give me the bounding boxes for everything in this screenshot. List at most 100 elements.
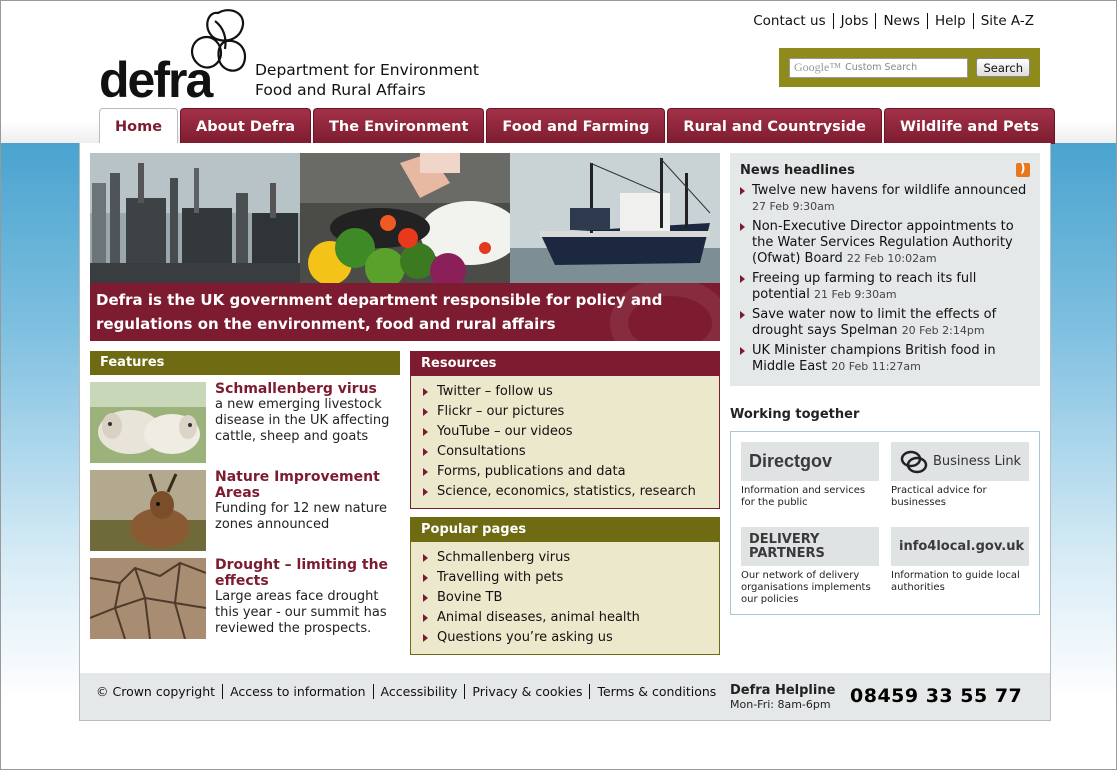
- helpline-hours: Mon-Fri: 8am-6pm: [730, 698, 831, 711]
- features-heading: Features: [90, 351, 400, 375]
- feature-item[interactable]: Nature Improvement Areas Funding for 12 …: [90, 469, 400, 551]
- news-date: 21 Feb 9:30am: [813, 288, 897, 301]
- hero-image-vegetables: [300, 153, 510, 283]
- popular-link[interactable]: Schmallenberg virus: [423, 548, 711, 568]
- tab-the-environment[interactable]: The Environment: [313, 108, 485, 144]
- decorative-swirl: [610, 283, 720, 341]
- feature-image-cracked-earth[interactable]: [90, 558, 206, 639]
- feature-description: Large areas face drought this year - our…: [215, 589, 387, 636]
- helpline-title: Defra Helpline: [730, 683, 836, 698]
- resource-link-twitter[interactable]: Twitter – follow us: [423, 382, 711, 402]
- tab-wildlife-and-pets[interactable]: Wildlife and Pets: [883, 108, 1055, 144]
- hero-image-industry: [90, 153, 300, 283]
- help-link[interactable]: Help: [926, 13, 973, 29]
- hero-caption: Defra is the UK government department re…: [90, 283, 720, 341]
- helpline: Defra Helpline Mon-Fri: 8am-6pm: [730, 683, 835, 712]
- news-headlines-panel: News headlines Twelve new havens for wil…: [730, 153, 1040, 386]
- popular-pages-heading: Popular pages: [411, 518, 719, 542]
- search-input[interactable]: Google™ Custom Search: [789, 57, 969, 78]
- terms-conditions-link[interactable]: Terms & conditions: [589, 684, 723, 699]
- contact-us-link[interactable]: Contact us: [753, 13, 832, 29]
- popular-pages-panel: Popular pages Schmallenberg virus Travel…: [410, 517, 720, 655]
- feature-item[interactable]: Drought – limiting the effects Large are…: [90, 557, 400, 639]
- feature-description: Funding for 12 new nature zones announce…: [215, 501, 388, 532]
- resources-panel: Resources Twitter – follow us Flickr – o…: [410, 351, 720, 509]
- feature-text-block: Drought – limiting the effects Large are…: [206, 557, 400, 639]
- search-bar: Google™ Custom Search Search: [779, 48, 1040, 87]
- popular-pages-list: Schmallenberg virus Travelling with pets…: [411, 542, 719, 654]
- google-label: Google™: [794, 60, 842, 74]
- partner-description: Information and services for the public: [741, 485, 866, 508]
- resource-link-consultations[interactable]: Consultations: [423, 442, 711, 462]
- footer-links: © Crown copyright Access to information …: [96, 684, 723, 699]
- business-link-icon: [900, 450, 928, 473]
- defra-logo[interactable]: defra Department for Environment Food an…: [99, 7, 499, 108]
- partner-description: Information to guide local authorities: [891, 570, 1020, 593]
- business-link-logo[interactable]: Business Link: [891, 442, 1029, 481]
- department-line-1: Department for Environment: [255, 61, 479, 79]
- site-a-z-link[interactable]: Site A-Z: [972, 13, 1034, 29]
- feature-image-deer[interactable]: [90, 470, 206, 551]
- news-date: 20 Feb 11:27am: [831, 360, 921, 373]
- hero-banner[interactable]: Defra is the UK government department re…: [90, 153, 720, 341]
- feature-title[interactable]: Nature Improvement Areas: [215, 469, 400, 501]
- feature-text-block: Nature Improvement Areas Funding for 12 …: [206, 469, 400, 551]
- hero-image-fishing-boat: [510, 153, 720, 283]
- news-item[interactable]: Freeing up farming to reach its full pot…: [740, 271, 1030, 303]
- resource-link-flickr[interactable]: Flickr – our pictures: [423, 402, 711, 422]
- resource-link-forms[interactable]: Forms, publications and data: [423, 462, 711, 482]
- news-link[interactable]: News: [875, 13, 926, 29]
- resource-link-science[interactable]: Science, economics, statistics, research: [423, 482, 711, 502]
- partner-delivery-partners[interactable]: DELIVERY PARTNERS Our network of deliver…: [741, 527, 879, 606]
- working-together-heading: Working together: [730, 407, 860, 422]
- feature-text-block: Schmallenberg virus a new emerging lives…: [206, 381, 400, 463]
- resources-list: Twitter – follow us Flickr – our picture…: [411, 376, 719, 508]
- directgov-logo[interactable]: Directgov: [741, 442, 879, 481]
- rss-icon[interactable]: [1016, 161, 1030, 177]
- feature-image-sheep[interactable]: [90, 382, 206, 463]
- logo-wordmark: defra: [99, 52, 213, 108]
- news-item[interactable]: Non-Executive Director appointments to t…: [740, 219, 1030, 267]
- features-panel: Features Schmallenberg virus a new emerg…: [90, 351, 400, 639]
- partner-info4local[interactable]: info4local.gov.uk Information to guide l…: [891, 527, 1029, 594]
- partner-business-link[interactable]: Business Link Practical advice for busin…: [891, 442, 1029, 509]
- news-item[interactable]: Save water now to limit the effects of d…: [740, 307, 1030, 339]
- popular-link[interactable]: Questions you’re asking us: [423, 628, 711, 648]
- tab-rural-and-countryside[interactable]: Rural and Countryside: [667, 108, 882, 144]
- department-name: Department for Environment Food and Rura…: [255, 60, 479, 100]
- main-content: Defra is the UK government department re…: [79, 143, 1051, 721]
- search-placeholder: Custom Search: [845, 62, 918, 73]
- news-list: Twelve new havens for wildlife announced…: [740, 183, 1030, 375]
- news-title[interactable]: Twelve new havens for wildlife announced: [752, 183, 1026, 198]
- news-date: 20 Feb 2:14pm: [901, 324, 985, 337]
- info4local-logo[interactable]: info4local.gov.uk: [891, 527, 1029, 566]
- feature-title[interactable]: Drought – limiting the effects: [215, 557, 400, 589]
- accessibility-link[interactable]: Accessibility: [372, 684, 465, 699]
- feature-title[interactable]: Schmallenberg virus: [215, 381, 400, 397]
- news-heading: News headlines: [740, 163, 855, 178]
- tab-food-and-farming[interactable]: Food and Farming: [486, 108, 666, 144]
- tab-home[interactable]: Home: [99, 108, 179, 145]
- popular-link[interactable]: Bovine TB: [423, 588, 711, 608]
- hero-caption-text: Defra is the UK government department re…: [96, 291, 663, 333]
- department-line-2: Food and Rural Affairs: [255, 81, 426, 99]
- popular-link[interactable]: Animal diseases, animal health: [423, 608, 711, 628]
- news-item[interactable]: Twelve new havens for wildlife announced…: [740, 183, 1030, 215]
- crown-copyright-link[interactable]: © Crown copyright: [96, 684, 222, 699]
- resource-link-youtube[interactable]: YouTube – our videos: [423, 422, 711, 442]
- resources-heading: Resources: [411, 352, 719, 376]
- jobs-link[interactable]: Jobs: [832, 13, 876, 29]
- news-date: 22 Feb 10:02am: [846, 252, 937, 265]
- browser-page: defra Department for Environment Food an…: [0, 0, 1117, 770]
- tab-about-defra[interactable]: About Defra: [180, 108, 312, 144]
- partner-directgov[interactable]: Directgov Information and services for t…: [741, 442, 879, 509]
- feature-item[interactable]: Schmallenberg virus a new emerging lives…: [90, 381, 400, 463]
- access-to-information-link[interactable]: Access to information: [222, 684, 372, 699]
- search-button[interactable]: Search: [976, 58, 1030, 77]
- business-link-wordmark: Business Link: [933, 454, 1022, 469]
- partner-description: Practical advice for businesses: [891, 485, 987, 508]
- delivery-partners-logo[interactable]: DELIVERY PARTNERS: [741, 527, 879, 566]
- privacy-cookies-link[interactable]: Privacy & cookies: [464, 684, 589, 699]
- popular-link[interactable]: Travelling with pets: [423, 568, 711, 588]
- news-item[interactable]: UK Minister champions British food in Mi…: [740, 343, 1030, 375]
